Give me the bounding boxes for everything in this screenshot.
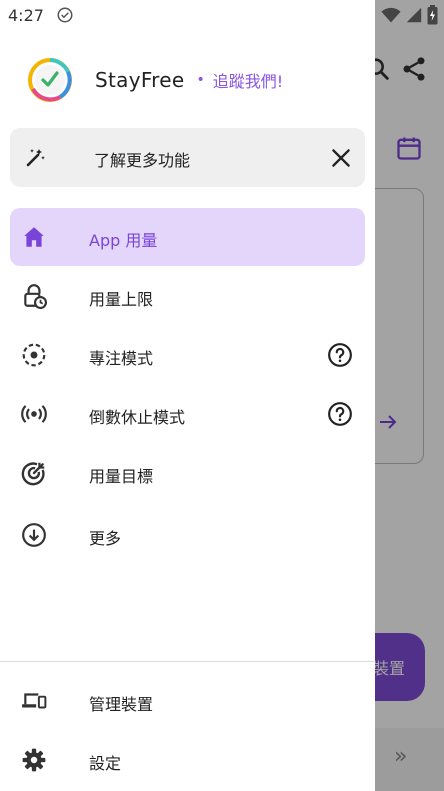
brand-name: StayFree <box>95 68 185 92</box>
nav-item-more[interactable]: 更多 <box>10 506 365 564</box>
signal-icon <box>406 7 422 23</box>
brand-separator: • <box>196 72 205 88</box>
nav-item-label: 用量目標 <box>89 467 154 486</box>
magic-wand-icon <box>26 149 45 167</box>
promo-banner[interactable]: 了解更多功能 <box>10 128 365 187</box>
nav-item-manage-devices[interactable]: 管理裝置 <box>10 672 365 730</box>
check-circle-icon <box>57 7 73 23</box>
nav-item-label: 管理裝置 <box>89 695 154 714</box>
drawer-divider <box>0 661 375 662</box>
wifi-icon <box>381 7 401 23</box>
nav-item-label: 專注模式 <box>89 349 154 368</box>
download-circle-icon <box>22 523 46 547</box>
nav-item-label: 倒數休止模式 <box>89 408 186 427</box>
focus-icon <box>22 343 46 367</box>
status-icons <box>381 5 438 25</box>
navigation-drawer: StayFree • 追蹤我們! 了解更多功能 App 用量 用量上限 專注模式… <box>0 0 375 791</box>
gear-icon <box>22 748 46 772</box>
nav-item-label: App 用量 <box>89 231 158 250</box>
nav-item-label: 更多 <box>89 529 122 548</box>
follow-us-link[interactable]: 追蹤我們! <box>213 68 283 92</box>
nav-item-usage-limit[interactable]: 用量上限 <box>10 267 365 325</box>
nav-item-label: 用量上限 <box>89 290 154 309</box>
lock-clock-icon <box>24 284 47 309</box>
status-time: 4:27 <box>8 5 44 25</box>
status-bar: 4:27 <box>0 0 444 30</box>
nav-item-countdown-mode[interactable]: 倒數休止模式 <box>10 385 365 443</box>
screen: 裝置 » StayFree • 追蹤我們! 了解更多功能 App 用量 用量上限… <box>0 0 444 791</box>
broadcast-icon <box>21 405 47 423</box>
nav-item-label: 設定 <box>89 754 122 773</box>
stayfree-logo-icon <box>28 58 72 102</box>
promo-label: 了解更多功能 <box>94 151 191 170</box>
close-icon[interactable] <box>328 145 354 171</box>
help-icon[interactable] <box>327 401 353 427</box>
nav-item-usage-goal[interactable]: 用量目標 <box>10 444 365 502</box>
brand-header: StayFree • 追蹤我們! <box>27 57 283 103</box>
nav-item-app-usage[interactable]: App 用量 <box>10 208 365 266</box>
nav-item-focus-mode[interactable]: 專注模式 <box>10 326 365 384</box>
help-icon[interactable] <box>327 342 353 368</box>
devices-icon <box>22 693 47 709</box>
battery-icon <box>427 5 438 25</box>
nav-item-settings[interactable]: 設定 <box>10 731 365 789</box>
home-icon <box>24 227 44 247</box>
target-icon <box>21 462 45 486</box>
